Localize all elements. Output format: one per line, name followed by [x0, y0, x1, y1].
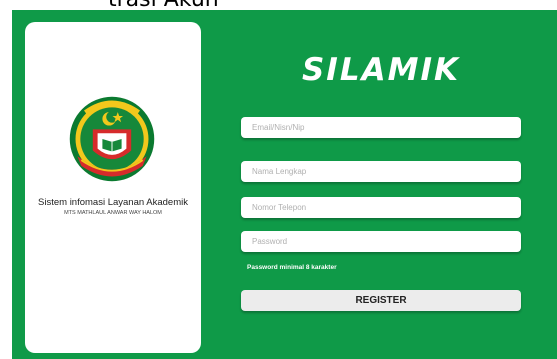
password-hint: Password minimal 8 karakter	[247, 264, 337, 271]
email-field[interactable]	[241, 117, 521, 138]
page-heading-text: trasi Akun	[108, 0, 219, 10]
school-name: MTS MATHLAUL ANWAR WAY HALOM	[64, 210, 162, 216]
system-name: Sistem infomasi Layanan Akademik	[38, 197, 188, 208]
full-name-field[interactable]	[241, 161, 521, 182]
school-info-card	[25, 22, 201, 353]
brand-title: SILAMIK	[301, 52, 460, 88]
register-button[interactable]: REGISTER	[241, 290, 521, 311]
phone-field[interactable]	[241, 197, 521, 218]
password-field[interactable]	[241, 231, 521, 252]
school-emblem-icon	[69, 96, 155, 182]
page-heading: trasi Akun	[0, 0, 557, 10]
